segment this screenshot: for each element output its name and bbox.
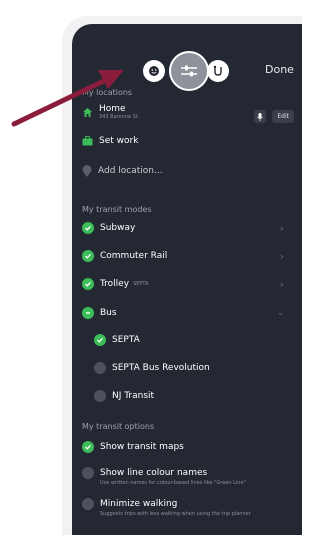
annotation-arrow bbox=[11, 70, 124, 127]
